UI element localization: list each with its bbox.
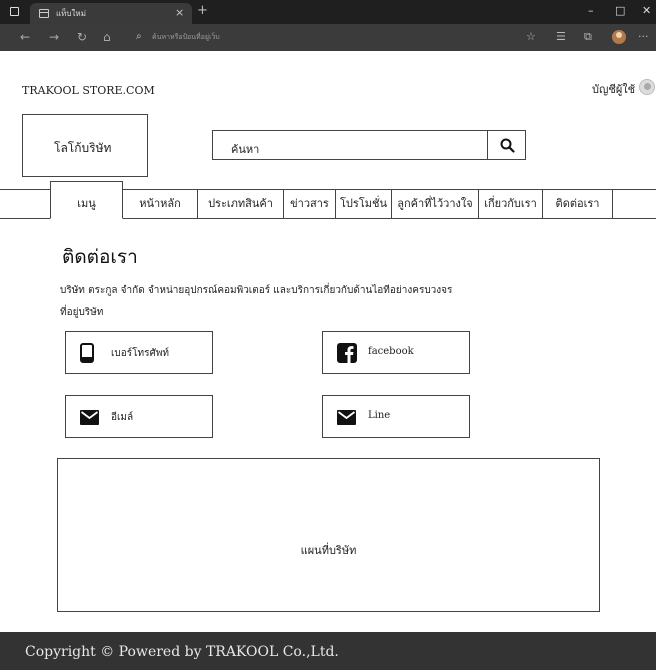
menu-item-product-types[interactable]: ประเภทสินค้า: [198, 190, 284, 219]
menu-item-trusted-customers[interactable]: ลูกค้าที่ไว้วางใจ: [392, 190, 479, 219]
company-description: บริษัท ตระกูล จำกัด จำหน่ายอุปกรณ์คอมพิว…: [60, 285, 453, 296]
account-link[interactable]: บัญชีผู้ใช้: [592, 80, 635, 98]
minimize-button[interactable]: –: [588, 4, 594, 17]
tab-page-icon: [39, 9, 49, 18]
search-icon: ⌕: [136, 31, 142, 42]
new-tab-button[interactable]: +: [197, 3, 208, 18]
favorites-list-icon[interactable]: ☰: [556, 30, 566, 43]
menu-item-news[interactable]: ข่าวสาร: [284, 190, 336, 219]
tab-close-button[interactable]: ×: [175, 6, 184, 19]
facebook-label: facebook: [368, 346, 414, 357]
search-button[interactable]: [487, 130, 526, 160]
line-mail-icon: [337, 410, 356, 425]
window-menu-icon[interactable]: [10, 7, 19, 16]
facebook-button[interactable]: facebook: [322, 331, 470, 374]
phone-label: เบอร์โทรศัพท์: [111, 348, 170, 359]
browser-tab-bar: แท็บใหม่ × + – □ ✕: [0, 0, 656, 24]
company-map[interactable]: แผนที่บริษัท: [57, 458, 600, 612]
line-label: Line: [368, 410, 391, 421]
email-button[interactable]: อีเมล์: [65, 395, 213, 438]
magnifier-icon: [500, 138, 515, 153]
footer: Copyright © Powered by TRAKOOL Co.,Ltd.: [0, 632, 656, 670]
company-logo[interactable]: โลโก้บริษัท: [22, 114, 148, 177]
tab-title: แท็บใหม่: [56, 9, 86, 18]
search-input[interactable]: ค้นหา: [212, 130, 487, 160]
menu-item-home[interactable]: หน้าหลัก: [123, 190, 198, 219]
favorite-star-icon[interactable]: ☆: [526, 30, 536, 43]
maximize-button[interactable]: □: [615, 4, 625, 17]
page-title: ติดต่อเรา: [62, 246, 138, 268]
address-toolbar: ← → ↻ ⌂ ⌕ ค้นหาหรือป้อนที่อยู่เว็บ ☆ ☰ ⧉…: [0, 24, 656, 51]
logo-text: โลโก้บริษัท: [54, 141, 112, 155]
copyright-text: Copyright © Powered by TRAKOOL Co.,Ltd.: [25, 644, 339, 660]
user-avatar-icon[interactable]: [639, 79, 655, 95]
menu-item-promotions[interactable]: โปรโมชั่น: [336, 190, 392, 219]
phone-button[interactable]: เบอร์โทรศัพท์: [65, 331, 213, 374]
forward-icon[interactable]: →: [49, 30, 59, 44]
refresh-icon[interactable]: ↻: [77, 30, 87, 44]
home-icon[interactable]: ⌂: [103, 30, 111, 44]
email-icon: [80, 410, 99, 425]
company-address-label: ที่อยู่บริษัท: [60, 307, 104, 318]
email-label: อีเมล์: [111, 412, 134, 423]
address-bar[interactable]: ⌕ ค้นหาหรือป้อนที่อยู่เว็บ: [130, 29, 545, 46]
store-name[interactable]: TRAKOOL STORE.COM: [22, 84, 155, 97]
back-icon[interactable]: ←: [20, 30, 30, 44]
close-window-button[interactable]: ✕: [642, 4, 651, 17]
menu-item-menu[interactable]: เมนู: [50, 181, 123, 219]
menu-item-about[interactable]: เกี่ยวกับเรา: [479, 190, 543, 219]
phone-icon: [80, 343, 94, 363]
map-label: แผนที่บริษัท: [300, 544, 357, 557]
profile-avatar-icon[interactable]: [612, 30, 626, 44]
browser-tab[interactable]: แท็บใหม่ ×: [30, 3, 192, 24]
address-placeholder: ค้นหาหรือป้อนที่อยู่เว็บ: [152, 33, 220, 41]
menu-item-contact[interactable]: ติดต่อเรา: [543, 190, 613, 219]
facebook-icon: [337, 343, 357, 363]
more-menu-icon[interactable]: ···: [638, 30, 649, 43]
collections-icon[interactable]: ⧉: [584, 30, 592, 44]
search-placeholder: ค้นหา: [231, 143, 260, 156]
line-button[interactable]: Line: [322, 395, 470, 438]
